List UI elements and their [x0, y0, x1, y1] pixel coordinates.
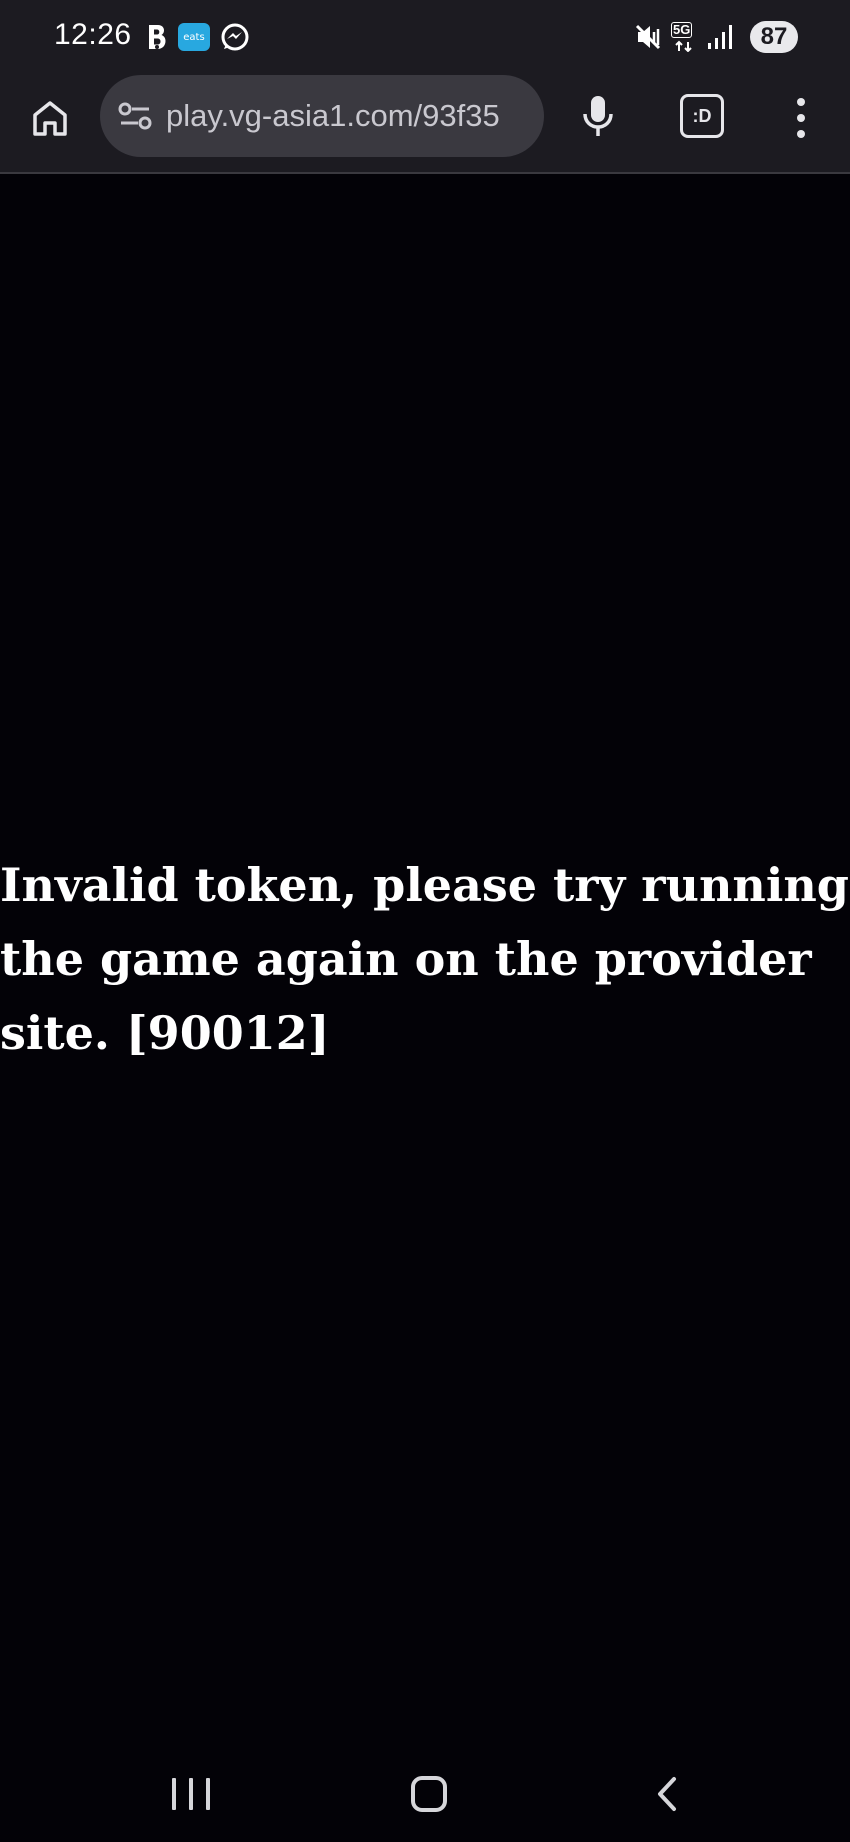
5g-data-icon: 5G [670, 22, 698, 52]
tabs-button[interactable]: :D [680, 94, 724, 138]
back-icon[interactable] [652, 1776, 682, 1812]
site-settings-icon[interactable] [118, 99, 152, 133]
status-bar: 12:26 eats 5G 87 [0, 0, 850, 74]
home-button[interactable] [26, 94, 74, 142]
url-bar[interactable]: play.vg-asia1.com/93f35 [100, 75, 544, 157]
url-text[interactable]: play.vg-asia1.com/93f35 [166, 98, 526, 134]
status-right-icons: 5G 87 [634, 21, 798, 53]
error-message: Invalid token, please try running the ga… [0, 858, 849, 1060]
eats-app-icon: eats [178, 23, 210, 51]
home-icon [33, 101, 67, 136]
overflow-menu-icon[interactable] [786, 94, 816, 142]
system-navigation-bar [0, 1734, 850, 1842]
browser-toolbar: play.vg-asia1.com/93f35 :D [0, 74, 850, 174]
vibrate-mute-icon [635, 24, 661, 50]
signal-bars-icon [708, 25, 732, 49]
battery-indicator: 87 [750, 21, 798, 53]
web-page-content: Invalid token, please try running the ga… [0, 176, 850, 1734]
nav-home-button[interactable] [411, 1776, 447, 1812]
status-time: 12:26 [54, 18, 132, 51]
phone-screen: 12:26 eats 5G 87 play.vg-asia1.com/93f35… [0, 0, 850, 1842]
recents-button[interactable] [172, 1778, 210, 1810]
messenger-app-icon [221, 23, 249, 51]
mic-button[interactable] [578, 90, 618, 142]
mic-icon [583, 96, 613, 136]
bolt-app-icon [149, 25, 166, 49]
notification-icons: eats [146, 22, 250, 52]
